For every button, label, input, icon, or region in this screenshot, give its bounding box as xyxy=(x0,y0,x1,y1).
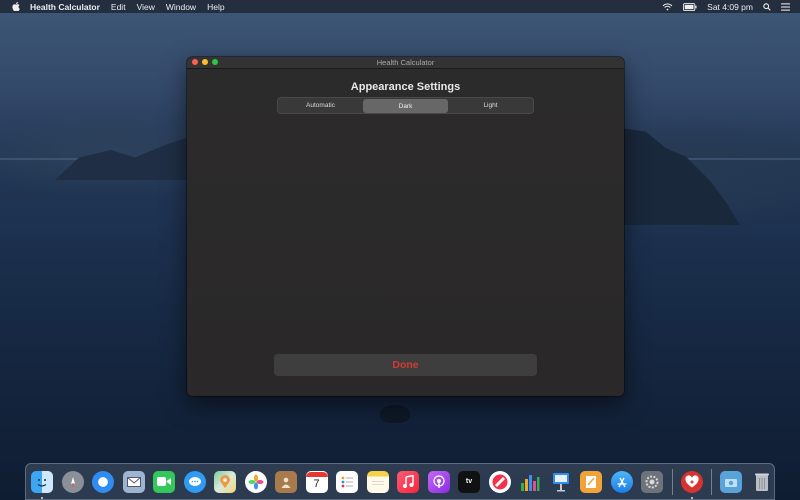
calendar-icon[interactable]: 7 xyxy=(305,470,328,493)
pages-icon[interactable] xyxy=(580,470,602,493)
apple-menu-icon[interactable] xyxy=(12,2,20,11)
search-icon[interactable] xyxy=(763,2,771,11)
numbers-icon[interactable] xyxy=(519,471,541,493)
menu-window[interactable]: Window xyxy=(166,2,196,12)
dock: 7 tv xyxy=(25,463,775,500)
menu-view[interactable]: View xyxy=(137,2,155,12)
facetime-icon[interactable] xyxy=(153,470,175,493)
window-content: Appearance Settings Automatic Dark Light… xyxy=(187,69,624,396)
dock-separator xyxy=(671,468,673,495)
window-title: Health Calculator xyxy=(376,58,435,67)
done-button[interactable]: Done xyxy=(274,354,537,376)
mail-icon[interactable] xyxy=(122,470,145,493)
system-preferences-icon[interactable] xyxy=(641,470,663,493)
calendar-day-number: 7 xyxy=(313,477,320,490)
battery-icon[interactable] xyxy=(683,2,697,11)
dock-separator-2 xyxy=(711,468,712,495)
segment-dark[interactable]: Dark xyxy=(363,98,448,113)
menu-help[interactable]: Help xyxy=(207,2,224,12)
news-icon[interactable] xyxy=(488,470,511,493)
screenshots-folder-icon[interactable] xyxy=(720,470,742,493)
control-center-icon[interactable] xyxy=(781,2,790,11)
segment-automatic[interactable]: Automatic xyxy=(278,98,363,113)
trash-icon[interactable] xyxy=(751,471,773,493)
segment-light[interactable]: Light xyxy=(448,98,533,113)
messages-icon[interactable] xyxy=(183,470,206,493)
finder-icon[interactable] xyxy=(31,470,53,499)
menu-edit[interactable]: Edit xyxy=(111,2,126,12)
app-store-icon[interactable] xyxy=(610,470,633,493)
health-calculator-icon[interactable] xyxy=(680,470,703,499)
launchpad-icon[interactable] xyxy=(61,470,84,493)
menu-bar: Health Calculator Edit View Window Help … xyxy=(0,0,800,13)
rock xyxy=(380,405,410,423)
maps-icon[interactable] xyxy=(214,470,236,493)
appearance-segmented-control: Automatic Dark Light xyxy=(277,97,534,114)
island-right xyxy=(605,126,740,225)
notes-icon[interactable] xyxy=(366,470,389,493)
page-title: Appearance Settings xyxy=(350,81,461,93)
title-bar[interactable]: Health Calculator xyxy=(187,57,624,69)
wifi-icon[interactable] xyxy=(662,3,673,11)
reminders-icon[interactable] xyxy=(336,470,358,493)
photos-icon[interactable] xyxy=(244,470,267,493)
safari-icon[interactable] xyxy=(92,470,114,493)
apple-tv-icon[interactable]: tv xyxy=(458,470,480,493)
music-icon[interactable] xyxy=(397,470,419,493)
podcasts-icon[interactable] xyxy=(427,470,450,493)
contacts-icon[interactable] xyxy=(275,470,297,493)
settings-window: Health Calculator Appearance Settings Au… xyxy=(187,57,624,396)
menu-app-name[interactable]: Health Calculator xyxy=(30,2,100,12)
keynote-icon[interactable] xyxy=(550,471,572,493)
menu-clock[interactable]: Sat 4:09 pm xyxy=(707,2,753,12)
